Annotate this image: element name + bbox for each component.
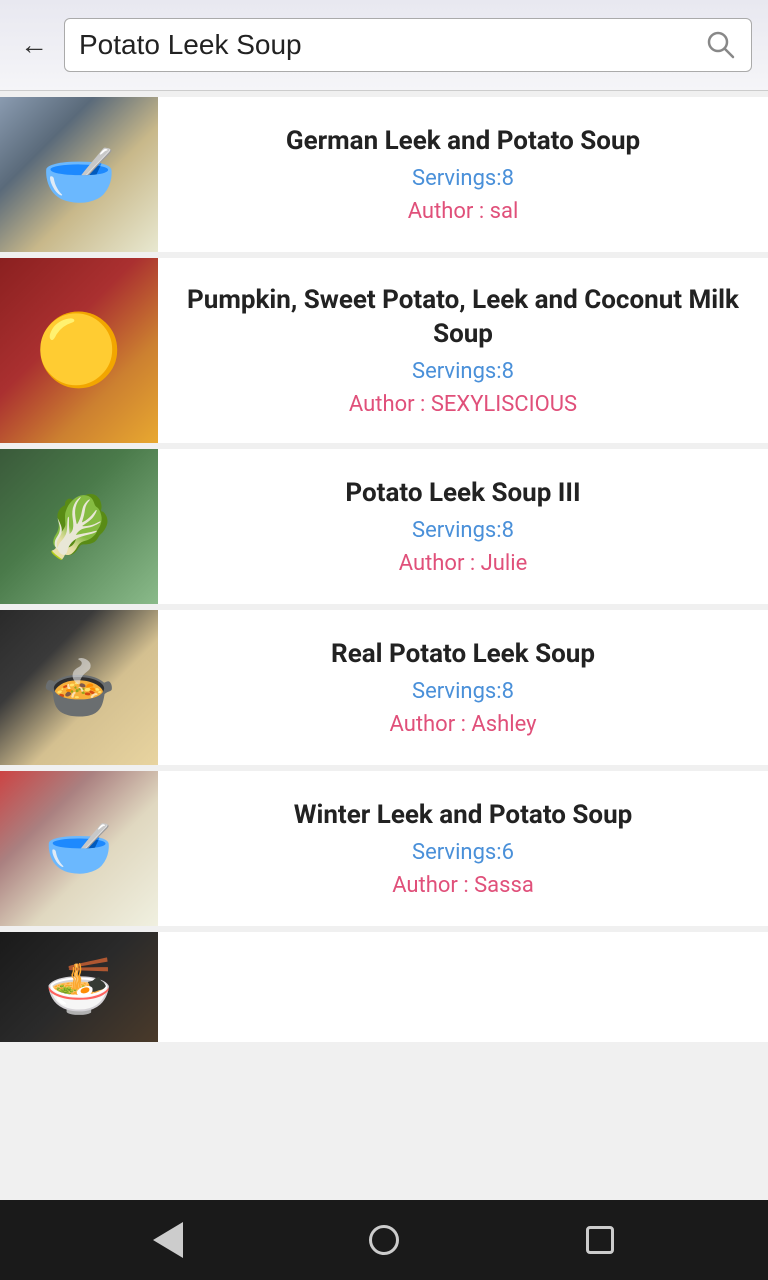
recipe-thumbnail (0, 449, 158, 604)
recipe-title: German Leek and Potato Soup (286, 125, 640, 159)
recipe-thumbnail (0, 258, 158, 443)
recipe-author: Author : SEXYLISCIOUS (349, 392, 577, 417)
recipe-item[interactable] (0, 932, 768, 1042)
recipe-servings: Servings:8 (412, 518, 514, 543)
recipe-item[interactable]: Winter Leek and Potato Soup Servings:6 A… (0, 771, 768, 926)
recipe-title: Pumpkin, Sweet Potato, Leek and Coconut … (178, 284, 748, 352)
recipe-item[interactable]: Real Potato Leek Soup Servings:8 Author … (0, 610, 768, 765)
recipe-info: Real Potato Leek Soup Servings:8 Author … (158, 610, 768, 765)
nav-home-icon (369, 1225, 399, 1255)
recipe-info: Pumpkin, Sweet Potato, Leek and Coconut … (158, 258, 768, 443)
recipe-item[interactable]: German Leek and Potato Soup Servings:8 A… (0, 97, 768, 252)
recipe-title: Real Potato Leek Soup (331, 638, 595, 672)
recipe-servings: Servings:6 (412, 840, 514, 865)
search-icon (705, 29, 737, 61)
recipe-info: Potato Leek Soup III Servings:8 Author :… (158, 449, 768, 604)
recipe-thumbnail (0, 97, 158, 252)
recipe-item[interactable]: Potato Leek Soup III Servings:8 Author :… (0, 449, 768, 604)
search-input-container (64, 18, 752, 72)
recipe-thumbnail (0, 771, 158, 926)
recipe-author: Author : Ashley (389, 712, 536, 737)
nav-home-button[interactable] (359, 1215, 409, 1265)
nav-back-button[interactable] (143, 1215, 193, 1265)
recipe-servings: Servings:8 (412, 359, 514, 384)
recipe-list: German Leek and Potato Soup Servings:8 A… (0, 91, 768, 1200)
nav-recents-button[interactable] (575, 1215, 625, 1265)
nav-back-icon (153, 1222, 183, 1258)
recipe-title: Potato Leek Soup III (345, 477, 580, 511)
search-bar: ← (0, 0, 768, 91)
recipe-author: Author : Julie (399, 551, 528, 576)
back-button[interactable]: ← (16, 31, 52, 59)
nav-bar (0, 1200, 768, 1280)
recipe-author: Author : Sassa (392, 873, 534, 898)
search-input[interactable] (79, 29, 705, 61)
recipe-thumbnail (0, 610, 158, 765)
recipe-info: German Leek and Potato Soup Servings:8 A… (158, 97, 768, 252)
recipe-servings: Servings:8 (412, 679, 514, 704)
recipe-title: Winter Leek and Potato Soup (294, 799, 633, 833)
recipe-thumbnail (0, 932, 158, 1042)
recipe-info: Winter Leek and Potato Soup Servings:6 A… (158, 771, 768, 926)
recipe-item[interactable]: Pumpkin, Sweet Potato, Leek and Coconut … (0, 258, 768, 443)
search-button[interactable] (705, 29, 737, 61)
nav-recents-icon (586, 1226, 614, 1254)
recipe-author: Author : sal (408, 199, 519, 224)
recipe-servings: Servings:8 (412, 166, 514, 191)
